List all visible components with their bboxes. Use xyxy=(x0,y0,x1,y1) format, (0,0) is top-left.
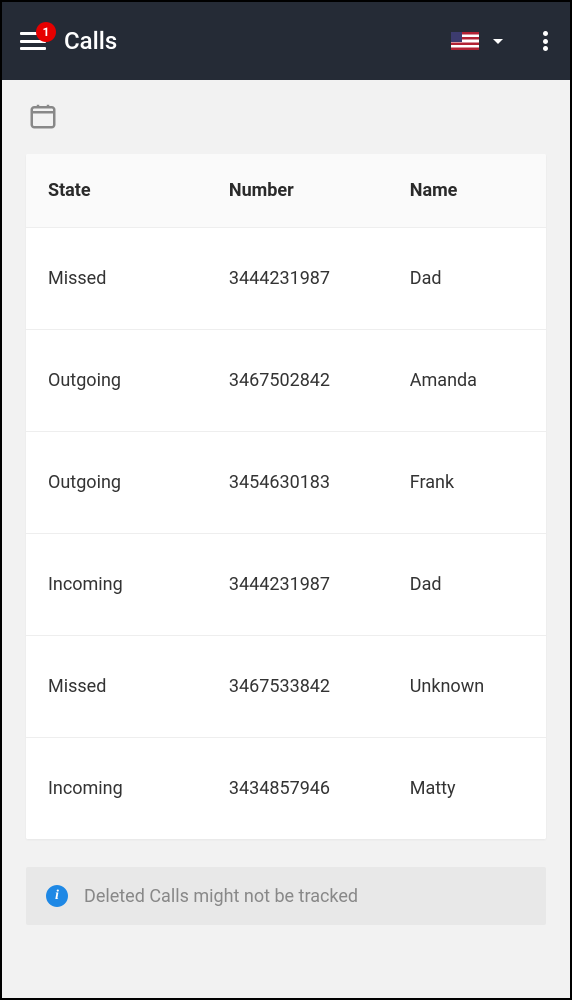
notification-badge: 1 xyxy=(36,22,56,42)
info-message: Deleted Calls might not be tracked xyxy=(84,886,358,907)
calendar-button[interactable] xyxy=(26,100,546,154)
cell-state: Incoming xyxy=(48,574,229,595)
cell-name: Matty xyxy=(410,778,524,799)
column-header-state[interactable]: State xyxy=(48,180,229,201)
cell-number: 3444231987 xyxy=(229,268,410,289)
info-banner: Deleted Calls might not be tracked xyxy=(26,867,546,925)
cell-state: Missed xyxy=(48,676,229,697)
table-row[interactable]: Outgoing 3467502842 Amanda xyxy=(26,330,546,432)
page-title: Calls xyxy=(64,27,451,55)
cell-state: Incoming xyxy=(48,778,229,799)
cell-number: 3467533842 xyxy=(229,676,410,697)
cell-name: Dad xyxy=(410,574,524,595)
column-header-name[interactable]: Name xyxy=(410,180,524,201)
cell-name: Amanda xyxy=(410,370,524,391)
column-header-number[interactable]: Number xyxy=(229,180,410,201)
language-selector[interactable] xyxy=(451,32,539,50)
cell-number: 3444231987 xyxy=(229,574,410,595)
cell-name: Frank xyxy=(410,472,524,493)
menu-button[interactable]: 1 xyxy=(20,32,46,50)
us-flag-icon xyxy=(451,32,479,50)
cell-number: 3434857946 xyxy=(229,778,410,799)
table-row[interactable]: Incoming 3444231987 Dad xyxy=(26,534,546,636)
table-row[interactable]: Incoming 3434857946 Matty xyxy=(26,738,546,839)
calls-table: State Number Name Missed 3444231987 Dad … xyxy=(26,154,546,839)
cell-name: Unknown xyxy=(410,676,524,697)
app-header: 1 Calls xyxy=(2,2,570,80)
table-row[interactable]: Outgoing 3454630183 Frank xyxy=(26,432,546,534)
cell-state: Missed xyxy=(48,268,229,289)
calendar-icon xyxy=(28,100,58,132)
table-row[interactable]: Missed 3444231987 Dad xyxy=(26,228,546,330)
table-header-row: State Number Name xyxy=(26,154,546,228)
cell-number: 3467502842 xyxy=(229,370,410,391)
cell-number: 3454630183 xyxy=(229,472,410,493)
table-row[interactable]: Missed 3467533842 Unknown xyxy=(26,636,546,738)
more-options-button[interactable] xyxy=(539,31,552,51)
cell-state: Outgoing xyxy=(48,370,229,391)
chevron-down-icon xyxy=(493,39,503,44)
cell-state: Outgoing xyxy=(48,472,229,493)
main-content: State Number Name Missed 3444231987 Dad … xyxy=(2,80,570,945)
cell-name: Dad xyxy=(410,268,524,289)
info-icon xyxy=(46,885,68,907)
